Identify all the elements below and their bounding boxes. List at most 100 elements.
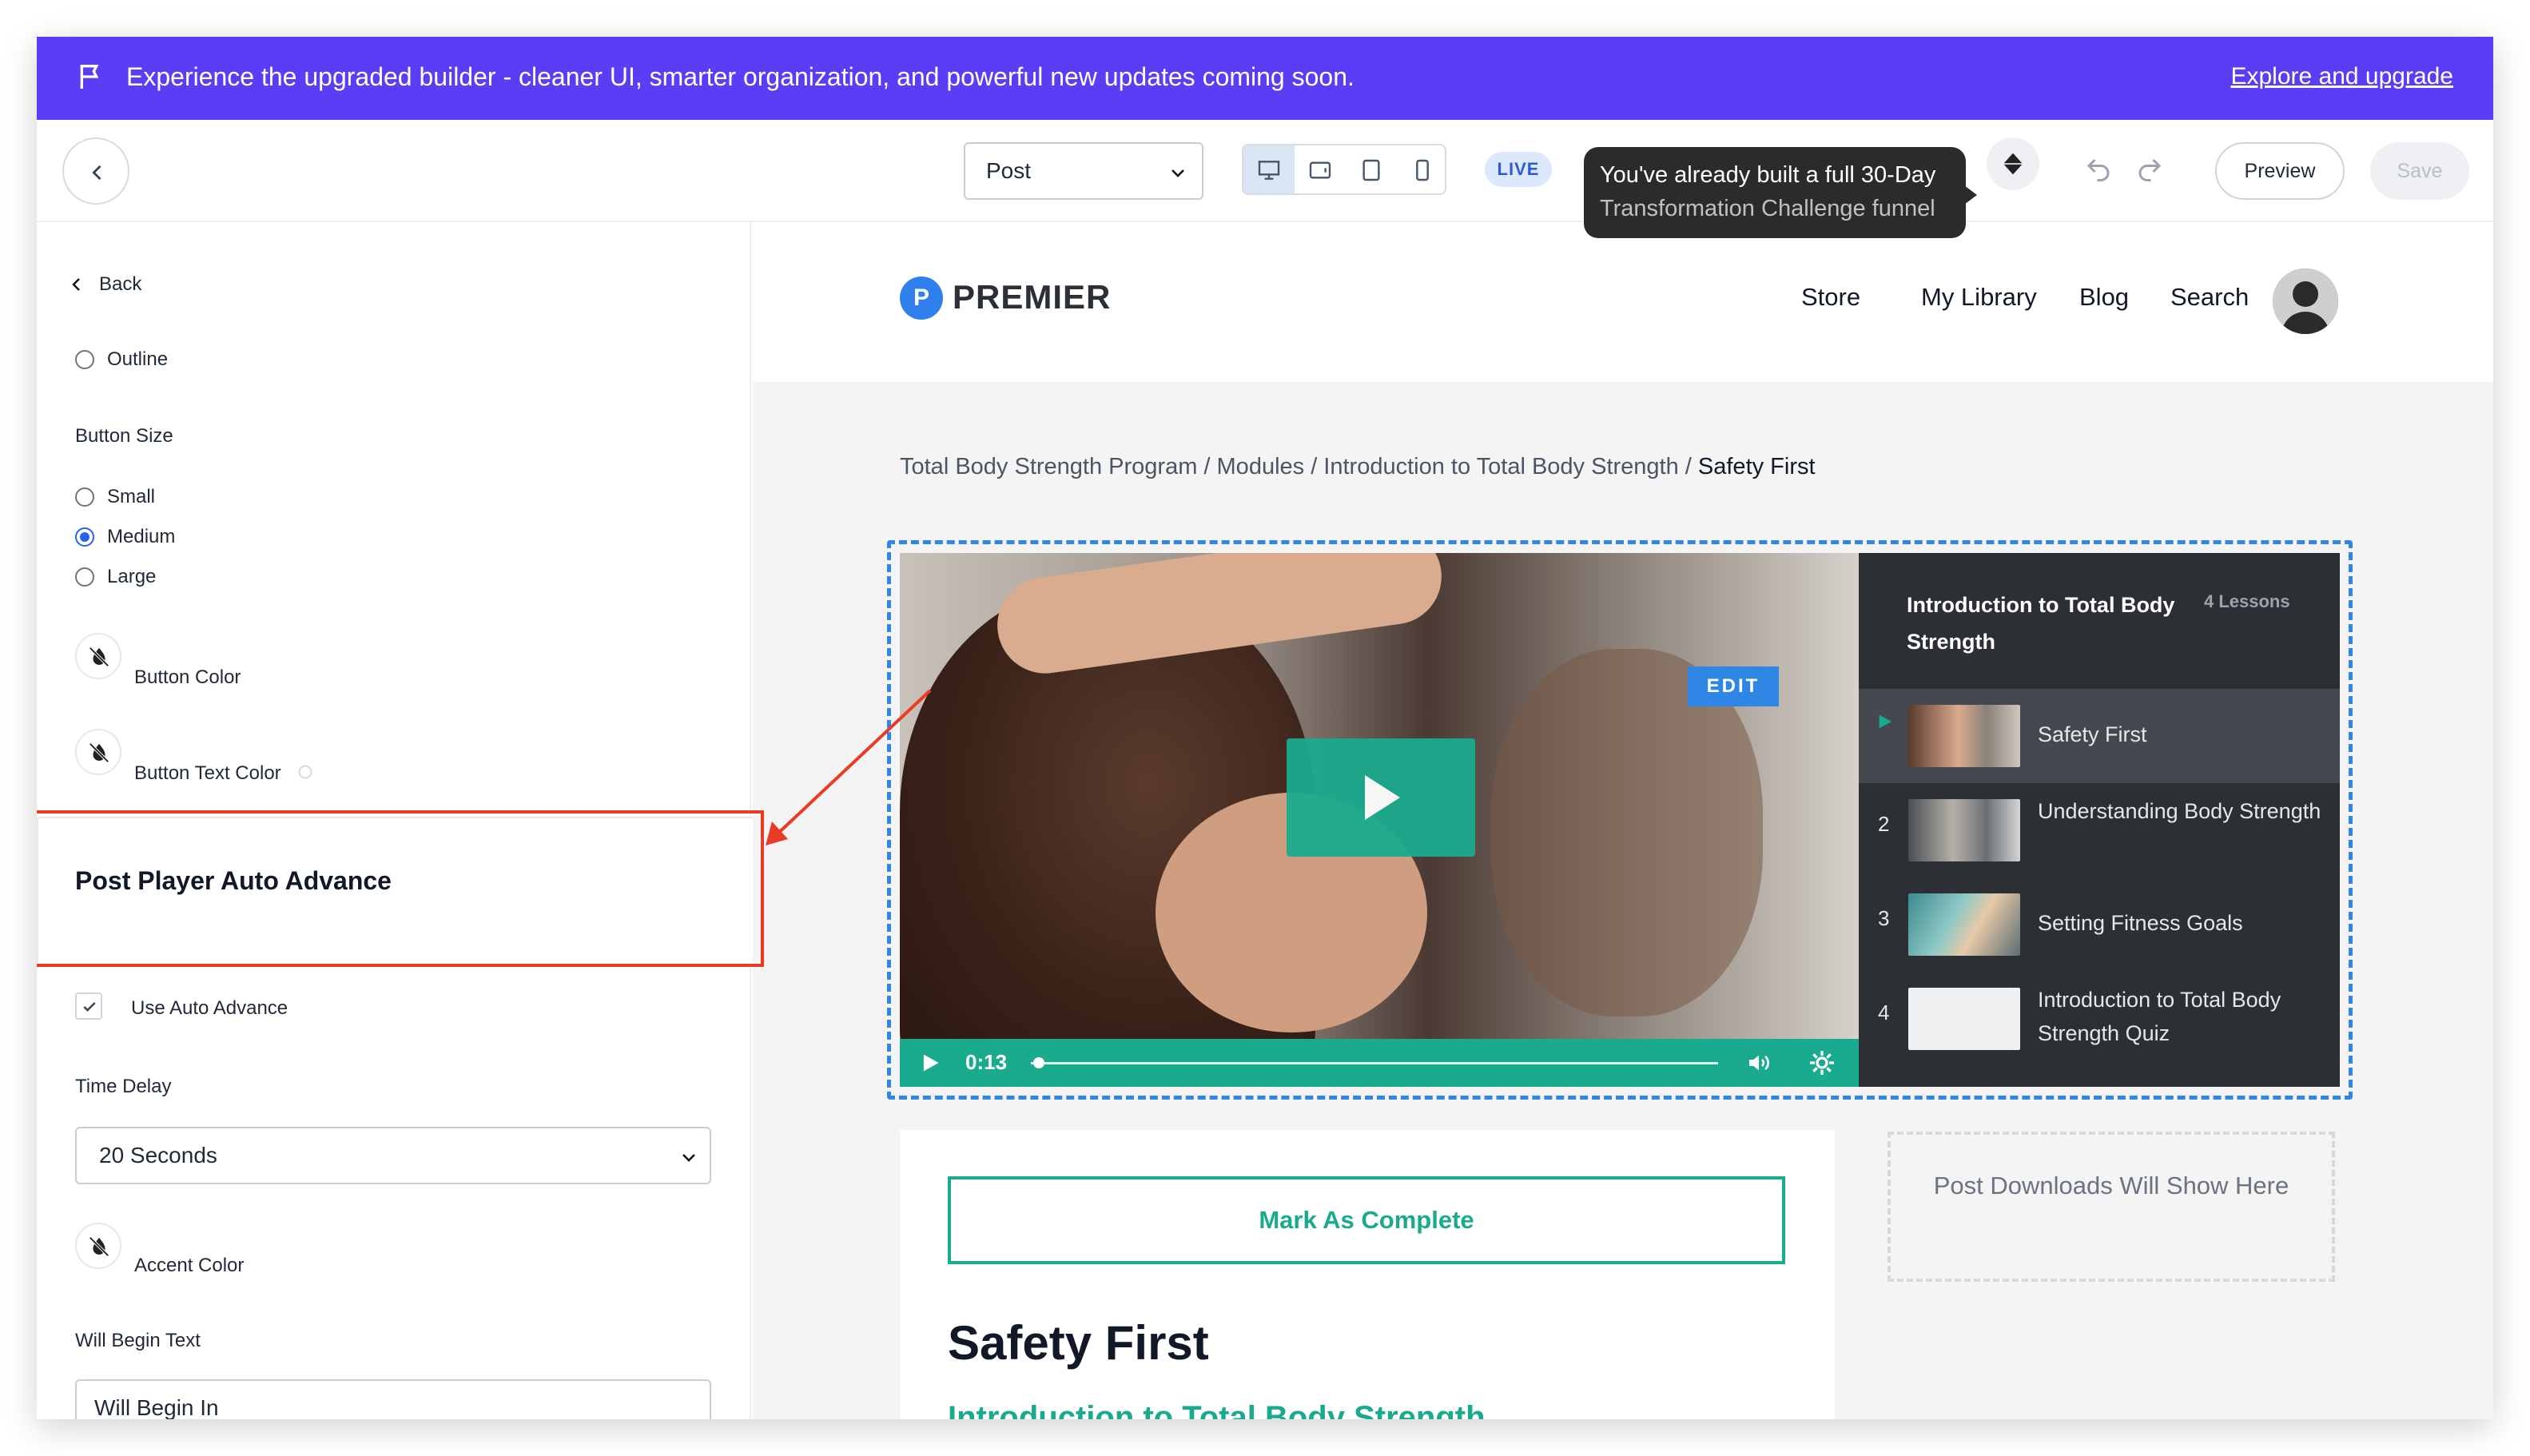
flag-icon [75, 61, 107, 93]
progress-knob[interactable] [1032, 1057, 1044, 1068]
playlist-title: Introduction to Total Body Strength [1907, 593, 2175, 654]
playback-time: 0:13 [965, 1050, 1008, 1074]
ai-assistant-button[interactable] [1987, 137, 2039, 190]
chevron-left-icon [92, 165, 101, 181]
no-color-icon [89, 742, 109, 763]
size-small-label: Small [107, 486, 156, 507]
post-title: Safety First [948, 1316, 1209, 1370]
size-medium-label: Medium [107, 526, 176, 547]
page-preview-canvas: P PREMIER Store My Library Blog Search T… [753, 222, 2493, 1419]
builder-window: Experience the upgraded builder - cleane… [37, 37, 2493, 1419]
preview-button[interactable]: Preview [2215, 142, 2345, 200]
playlist-item[interactable]: 2 Understanding Body Strength [1859, 783, 2340, 877]
breadcrumb: Total Body Strength Program / Modules / … [900, 454, 1816, 480]
breadcrumb-path[interactable]: Total Body Strength Program / Modules / … [900, 454, 1698, 479]
play-icon [1879, 714, 1892, 729]
settings-gear-icon[interactable] [1808, 1048, 1836, 1077]
time-delay-select[interactable]: 20 Seconds [75, 1127, 711, 1184]
lesson-playlist: Introduction to Total Body Strength 4 Le… [1859, 553, 2340, 1087]
button-color-label: Button Color [134, 666, 241, 688]
redo-icon[interactable] [2135, 155, 2164, 184]
live-status-badge: LIVE [1485, 152, 1552, 187]
will-begin-text-input[interactable]: Will Begin In [75, 1379, 711, 1419]
nav-store[interactable]: Store [1801, 283, 1860, 312]
check-icon [83, 1002, 96, 1012]
save-button[interactable]: Save [2370, 142, 2469, 200]
mobile-view-button[interactable] [1397, 145, 1445, 193]
exit-editor-button[interactable] [62, 137, 129, 205]
lesson-title: Introduction to Total Body Strength Quiz [2038, 988, 2281, 1045]
size-large-radio[interactable] [75, 567, 94, 587]
undo-icon[interactable] [2084, 155, 2113, 184]
lesson-number: 4 [1878, 1001, 1890, 1024]
accent-color-picker[interactable] [75, 1223, 121, 1269]
tooltip-pointer [1964, 185, 1977, 205]
lesson-count: 4 Lessons [2204, 591, 2290, 611]
page-type-value: Post [986, 158, 1032, 183]
size-small-radio[interactable] [75, 487, 94, 507]
notification-tooltip: You've already built a full 30-Day Trans… [1584, 147, 1966, 238]
outline-radio[interactable] [75, 350, 94, 369]
explore-upgrade-link[interactable]: Explore and upgrade [2230, 61, 2453, 93]
desktop-icon [1258, 161, 1280, 180]
nav-my-library[interactable]: My Library [1921, 283, 2037, 312]
settings-sidebar: Back Outline Button Size Small Medium La… [37, 222, 764, 1419]
no-color-icon [89, 1236, 109, 1257]
button-text-color-label: Button Text Color [134, 762, 281, 784]
desktop-view-button[interactable] [1243, 145, 1295, 193]
chevron-left-icon [72, 278, 80, 291]
editor-toolbar: Post LIVE Preview Save [37, 120, 2493, 222]
video-controls: 0:13 [900, 1039, 1859, 1087]
section-title: Post Player Auto Advance [75, 866, 392, 895]
device-switcher [1242, 144, 1446, 195]
page-type-select[interactable]: Post [964, 142, 1203, 200]
tablet-portrait-icon [1362, 159, 1380, 181]
tooltip-line-2: Transformation Challenge funnel [1600, 196, 1935, 221]
use-auto-advance-label: Use Auto Advance [131, 997, 288, 1019]
lesson-title: Understanding Body Strength [2038, 799, 2321, 823]
logo-mark: P [900, 276, 943, 320]
playlist-item[interactable]: 4 Introduction to Total Body Strength Qu… [1859, 972, 2340, 1066]
tablet-portrait-view-button[interactable] [1346, 145, 1397, 193]
banner-message: Experience the upgraded builder - cleane… [126, 62, 1355, 91]
play-icon[interactable] [919, 1052, 941, 1074]
play-button[interactable] [1287, 738, 1475, 857]
post-subtitle: Introduction to Total Body Strength [948, 1400, 1486, 1419]
chevron-down-icon [1172, 169, 1184, 177]
playlist-item[interactable]: 3 Setting Fitness Goals [1859, 877, 2340, 972]
use-auto-advance-checkbox[interactable] [75, 993, 102, 1020]
site-header: P PREMIER Store My Library Blog Search [753, 222, 2493, 382]
lesson-thumbnail [1908, 799, 2020, 861]
playlist-item[interactable]: Safety First [1859, 689, 2340, 783]
button-size-label: Button Size [75, 425, 173, 447]
size-medium-radio[interactable] [75, 527, 94, 547]
mark-complete-button[interactable]: Mark As Complete [948, 1176, 1785, 1264]
back-link[interactable]: Back [99, 273, 141, 296]
size-large-label: Large [107, 566, 157, 587]
chevron-down-icon [682, 1154, 695, 1162]
upgrade-banner: Experience the upgraded builder - cleane… [37, 37, 2493, 120]
outline-label: Outline [107, 348, 169, 370]
button-text-color-picker[interactable] [75, 729, 121, 775]
nav-blog[interactable]: Blog [2079, 283, 2129, 312]
volume-icon[interactable] [1745, 1050, 1772, 1076]
mobile-icon [1416, 159, 1429, 181]
lesson-thumbnail [1908, 705, 2020, 767]
tooltip-line-1: You've already built a full 30-Day [1600, 162, 1936, 188]
avatar[interactable] [2273, 269, 2338, 334]
will-begin-text-value: Will Begin In [94, 1395, 219, 1419]
tablet-landscape-view-button[interactable] [1295, 145, 1346, 193]
play-icon [1365, 775, 1400, 820]
accent-color-label: Accent Color [134, 1255, 245, 1276]
nav-search[interactable]: Search [2170, 283, 2249, 312]
time-delay-value: 20 Seconds [99, 1143, 217, 1168]
info-icon[interactable] [297, 764, 313, 780]
progress-track[interactable] [1031, 1062, 1718, 1064]
edit-badge[interactable]: EDIT [1688, 666, 1779, 706]
site-logo-text: PREMIER [953, 278, 1112, 316]
button-color-picker[interactable] [75, 633, 121, 679]
video-player[interactable] [900, 553, 1859, 1087]
lesson-thumbnail [1908, 988, 2020, 1050]
downloads-placeholder: Post Downloads Will Show Here [1888, 1132, 2335, 1282]
content-card [900, 1130, 1835, 1419]
